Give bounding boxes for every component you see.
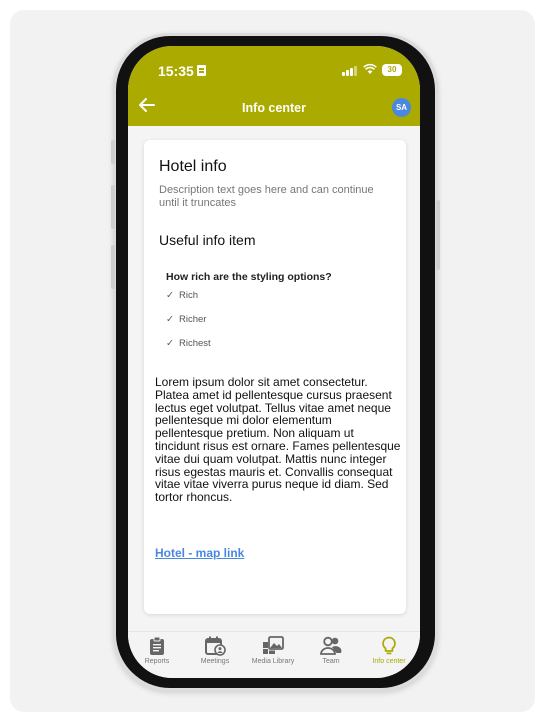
phone-power-button [436, 200, 440, 270]
clipboard-icon [150, 636, 164, 655]
nav-label: Team [322, 658, 340, 665]
sim-icon [197, 65, 206, 76]
checkmark-icon: ✓ [166, 314, 174, 325]
question-label: How rich are the styling options? [166, 271, 332, 283]
checkmark-icon: ✓ [166, 338, 174, 349]
hotel-map-link[interactable]: Hotel - map link [155, 546, 244, 560]
nav-label: Media Library [251, 658, 295, 665]
card-description: Description text goes here and can conti… [159, 184, 374, 209]
wifi-icon [363, 63, 377, 74]
option-label: Richest [179, 338, 211, 349]
option-label: Rich [179, 290, 199, 301]
nav-item-meetings[interactable]: Meetings [186, 636, 244, 665]
option-item[interactable]: ✓ Richer [166, 314, 206, 325]
nav-item-info-center[interactable]: Info center [360, 636, 418, 665]
useful-info-title: Useful info item [159, 232, 256, 248]
nav-label: Info center [372, 658, 406, 665]
nav-item-reports[interactable]: Reports [128, 636, 186, 665]
body-text: Lorem ipsum dolor sit amet consectetur. … [155, 375, 401, 505]
option-item[interactable]: ✓ Rich [166, 290, 198, 301]
nav-item-media-library[interactable]: Media Library [244, 636, 302, 665]
lightbulb-icon [382, 636, 396, 655]
battery-icon: 30 [382, 64, 402, 76]
team-icon [320, 636, 342, 655]
option-item[interactable]: ✓ Richest [166, 338, 211, 349]
bottom-nav: Reports Meetings Media Library Team Info… [128, 631, 420, 678]
phone-screen: 15:35 30 Info center SA Hotel info Descr… [128, 46, 420, 678]
nav-label: Reports [144, 658, 170, 665]
page-title: Info center [242, 101, 306, 115]
phone-volume-up [111, 185, 115, 229]
calendar-person-icon [205, 636, 226, 656]
nav-label: Meetings [200, 658, 230, 665]
option-label: Richer [179, 314, 207, 325]
phone-volume-down [111, 245, 115, 289]
status-time: 15:35 [158, 63, 194, 79]
app-bar: 15:35 30 Info center SA [128, 46, 420, 126]
card-title: Hotel info [159, 158, 227, 175]
nav-item-team[interactable]: Team [302, 636, 360, 665]
images-icon [263, 636, 284, 654]
info-card: Hotel info Description text goes here an… [144, 140, 406, 614]
phone-mute-switch [111, 140, 115, 164]
checkmark-icon: ✓ [166, 290, 174, 301]
signal-icon [342, 66, 358, 76]
avatar[interactable]: SA [392, 98, 411, 117]
